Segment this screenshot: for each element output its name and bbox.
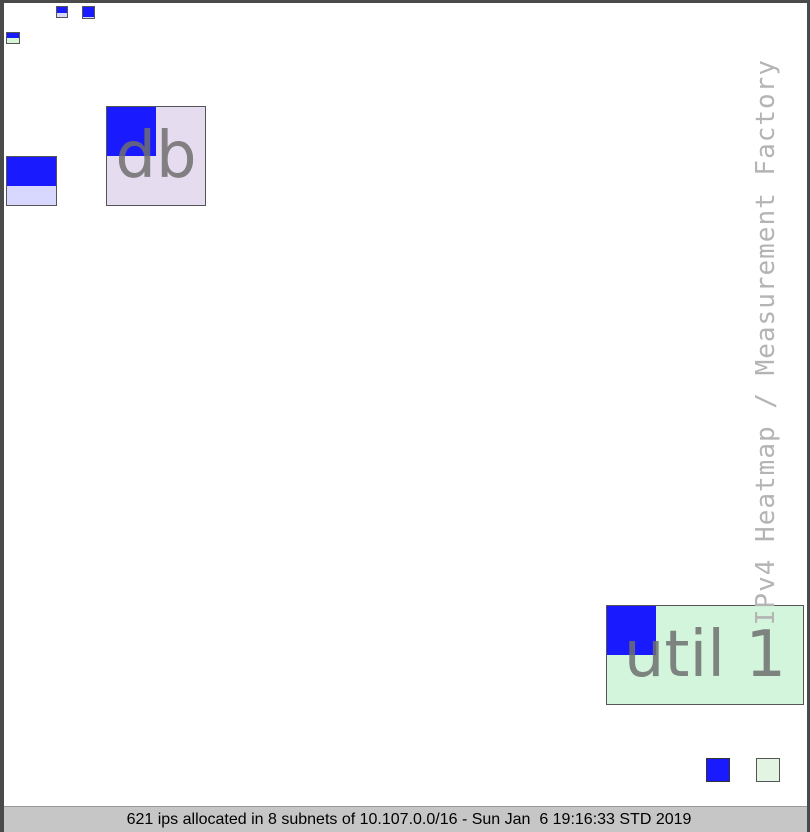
status-bar: 621 ips allocated in 8 subnets of 10.107… xyxy=(4,806,807,832)
subnet-block-3 xyxy=(6,32,20,44)
legend-swatch-allocated xyxy=(706,758,730,782)
subnet-fill xyxy=(83,7,94,17)
legend-swatch-unallocated xyxy=(756,758,780,782)
subnet-block-4 xyxy=(6,156,57,206)
heatmap-frame: db util 1 IPv4 Heatmap / Measurement Fac… xyxy=(0,0,810,832)
subnet-block-db: db xyxy=(106,106,206,206)
subnet-block-2 xyxy=(82,6,95,19)
heatmap-title: IPv4 Heatmap / Measurement Factory xyxy=(751,59,781,626)
heatmap-canvas: db util 1 IPv4 Heatmap / Measurement Fac… xyxy=(4,3,807,809)
subnet-label: db xyxy=(115,119,197,193)
subnet-fill xyxy=(57,7,67,13)
subnet-fill xyxy=(7,157,56,186)
subnet-block-1 xyxy=(56,6,68,18)
subnet-fill xyxy=(7,33,19,38)
heatmap-watermark: IPv4 Heatmap / Measurement Factory xyxy=(746,59,786,699)
status-text: 621 ips allocated in 8 subnets of 10.107… xyxy=(126,810,692,828)
